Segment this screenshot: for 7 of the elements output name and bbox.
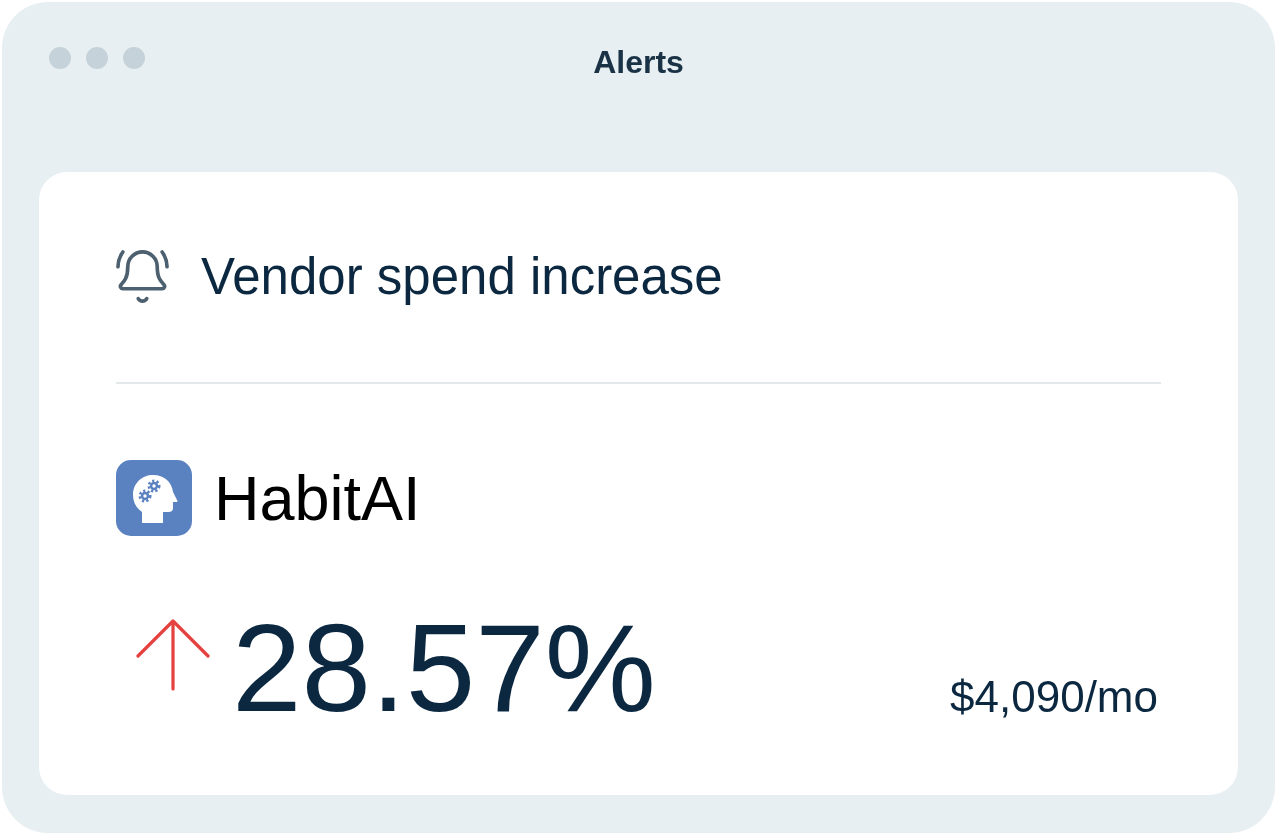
alert-title: Vendor spend increase (201, 247, 723, 306)
bell-ringing-icon (116, 250, 169, 303)
monthly-amount: $4,090/mo (950, 675, 1158, 719)
change-percentage: 28.57% (232, 605, 656, 730)
window-title: Alerts (593, 43, 684, 81)
vendor-name: HabitAI (214, 462, 421, 534)
head-with-gears-icon (116, 460, 192, 536)
